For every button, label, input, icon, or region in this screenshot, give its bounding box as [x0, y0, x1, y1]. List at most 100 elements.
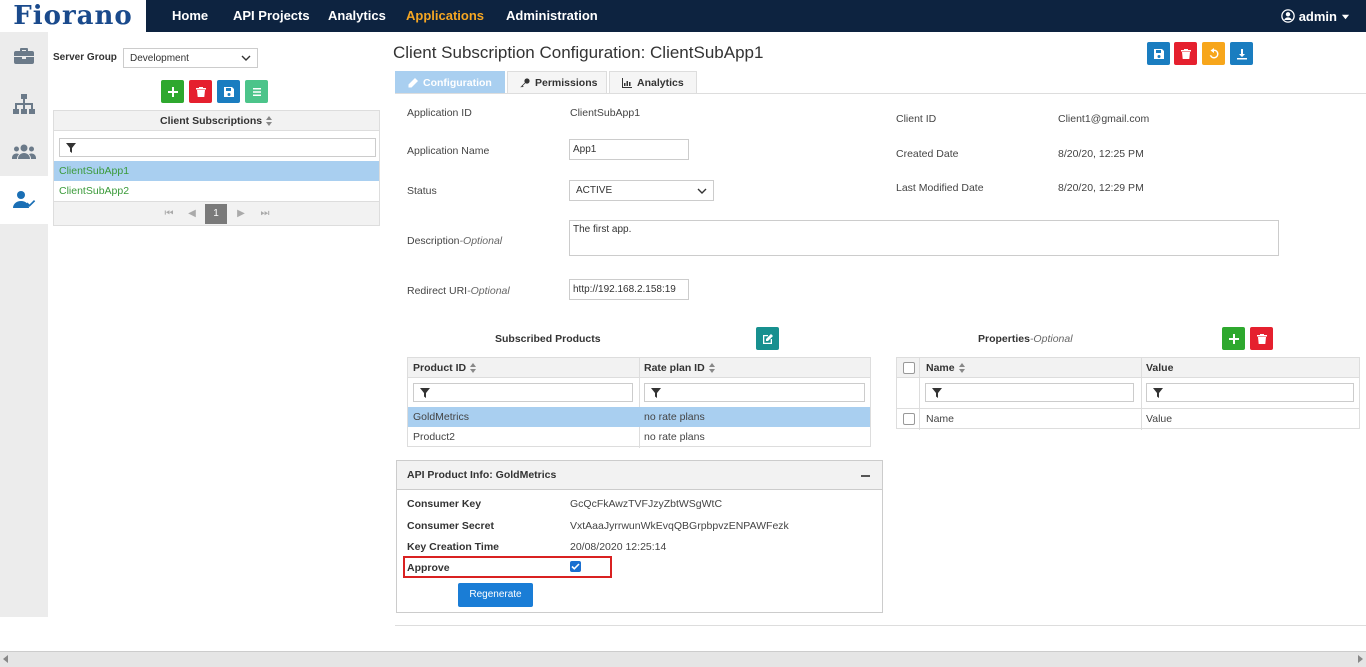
fiorano-logo[interactable]: Fiorano	[0, 0, 146, 32]
download-button[interactable]	[1230, 42, 1253, 65]
tab-configuration[interactable]: Configuration	[395, 71, 505, 93]
table-row[interactable]: GoldMetrics no rate plans	[408, 407, 870, 427]
rail-client-subscriptions[interactable]	[0, 176, 48, 224]
save-button[interactable]	[1147, 42, 1170, 65]
add-property-button[interactable]	[1222, 327, 1245, 350]
description-label: Description-Optional	[407, 235, 502, 247]
api-product-info-panel: API Product Info: GoldMetrics Consumer K…	[396, 460, 883, 613]
trash-icon	[1256, 333, 1267, 344]
next-page-icon[interactable]: ▶	[230, 204, 252, 224]
server-group-label: Server Group	[53, 52, 117, 63]
server-group-value: Development	[130, 52, 189, 64]
value-header[interactable]: Value	[1141, 358, 1173, 378]
redirect-uri-optional: -Optional	[467, 285, 510, 297]
description-label-text: Description	[407, 235, 460, 247]
properties-optional: -Optional	[1029, 333, 1073, 345]
rate-plan-header-label: Rate plan ID	[644, 362, 705, 374]
property-value-cell: Value	[1146, 413, 1173, 425]
download-icon	[1236, 48, 1247, 59]
table-row[interactable]: Product2 no rate plans	[408, 427, 870, 447]
name-header[interactable]: Name	[921, 358, 966, 378]
user-check-icon	[13, 191, 36, 208]
client-subscriptions-header[interactable]: Client Subscriptions	[54, 111, 379, 131]
delete-property-button[interactable]	[1250, 327, 1273, 350]
edit-products-button[interactable]	[756, 327, 779, 350]
nav-api-projects[interactable]: API Projects	[233, 0, 310, 32]
status-select[interactable]: ACTIVE	[569, 180, 714, 201]
api-product-info-header: API Product Info: GoldMetrics	[397, 461, 882, 490]
rail-hierarchy[interactable]	[0, 80, 48, 128]
consumer-key-label: Consumer Key	[407, 498, 482, 510]
sort-icon	[266, 116, 272, 127]
tab-permissions[interactable]: Permissions	[507, 71, 607, 93]
created-date-label: Created Date	[896, 148, 959, 160]
consumer-secret-label: Consumer Secret	[407, 520, 494, 532]
rate-plan-cell: no rate plans	[644, 431, 705, 443]
key-creation-time-label: Key Creation Time	[407, 541, 500, 553]
prev-page-icon[interactable]: ◀	[181, 204, 203, 224]
product-id-header[interactable]: Product ID	[408, 358, 477, 378]
client-subscriptions-panel: Client Subscriptions ClientSubApp1 Clien…	[53, 110, 380, 226]
row-checkbox[interactable]	[903, 413, 915, 425]
current-page[interactable]: 1	[205, 204, 227, 224]
name-filter[interactable]	[925, 383, 1134, 402]
redirect-uri-input[interactable]: http://192.168.2.158:19	[569, 279, 689, 300]
save-icon	[1153, 48, 1164, 59]
page-title: Client Subscription Configuration: Clien…	[393, 43, 764, 62]
server-group-select[interactable]: Development	[123, 48, 258, 68]
tab-analytics[interactable]: Analytics	[609, 71, 697, 93]
bar-chart-icon	[622, 77, 632, 88]
list-button[interactable]	[245, 80, 268, 103]
client-subscriptions-filter[interactable]	[59, 138, 376, 157]
rate-plan-header[interactable]: Rate plan ID	[639, 358, 716, 378]
trash-icon	[195, 86, 206, 97]
delete-subscription-button[interactable]	[189, 80, 212, 103]
collapse-icon[interactable]	[861, 475, 870, 477]
property-name-cell: Name	[926, 413, 955, 425]
scroll-left-icon[interactable]	[3, 655, 8, 663]
rail-users[interactable]	[0, 128, 48, 176]
application-name-input[interactable]: App1	[569, 139, 689, 160]
nav-home[interactable]: Home	[172, 0, 208, 32]
tab-configuration-label: Configuration	[423, 76, 492, 89]
list-item[interactable]: ClientSubApp2	[54, 181, 379, 201]
reset-button[interactable]	[1202, 42, 1225, 65]
add-subscription-button[interactable]	[161, 80, 184, 103]
key-creation-time-value: 20/08/2020 12:25:14	[570, 541, 667, 553]
edit-icon	[762, 333, 773, 344]
status-value: ACTIVE	[576, 185, 613, 196]
value-filter[interactable]	[1146, 383, 1354, 402]
approve-checkbox[interactable]	[570, 561, 581, 572]
pencil-icon	[408, 77, 418, 87]
client-id-value: Client1@gmail.com	[1058, 113, 1150, 125]
list-item[interactable]: ClientSubApp1	[54, 161, 379, 181]
delete-button[interactable]	[1174, 42, 1197, 65]
rate-plan-filter[interactable]	[644, 383, 865, 402]
table-row[interactable]: Name Value	[897, 408, 1359, 428]
nav-administration[interactable]: Administration	[506, 0, 598, 32]
chevron-down-icon	[697, 188, 707, 194]
nav-analytics[interactable]: Analytics	[328, 0, 386, 32]
save-subscription-button[interactable]	[217, 80, 240, 103]
filter-icon	[932, 388, 942, 398]
rate-plan-cell: no rate plans	[644, 411, 705, 423]
user-menu[interactable]: admin	[1280, 0, 1350, 32]
application-id-value: ClientSubApp1	[570, 107, 641, 119]
first-page-icon[interactable]: ⏮	[158, 204, 180, 224]
rail-briefcase[interactable]	[0, 32, 48, 80]
select-all-checkbox[interactable]	[903, 362, 915, 374]
scroll-right-icon[interactable]	[1358, 655, 1363, 663]
last-page-icon[interactable]: ⏭	[254, 204, 276, 224]
trash-icon	[1180, 48, 1191, 59]
consumer-key-value: GcQcFkAwzTVFJzyZbtWSgWtC	[570, 498, 723, 510]
product-id-cell: GoldMetrics	[413, 411, 470, 423]
last-modified-value: 8/20/20, 12:29 PM	[1058, 182, 1144, 194]
regenerate-button[interactable]: Regenerate	[458, 583, 533, 607]
horizontal-scrollbar[interactable]	[0, 651, 1366, 667]
product-id-filter[interactable]	[413, 383, 633, 402]
plus-icon	[167, 86, 178, 97]
nav-applications[interactable]: Applications	[406, 0, 484, 32]
api-product-info-title: API Product Info: GoldMetrics	[407, 469, 557, 481]
key-icon	[520, 77, 530, 87]
description-textarea[interactable]: The first app.	[569, 220, 1279, 256]
